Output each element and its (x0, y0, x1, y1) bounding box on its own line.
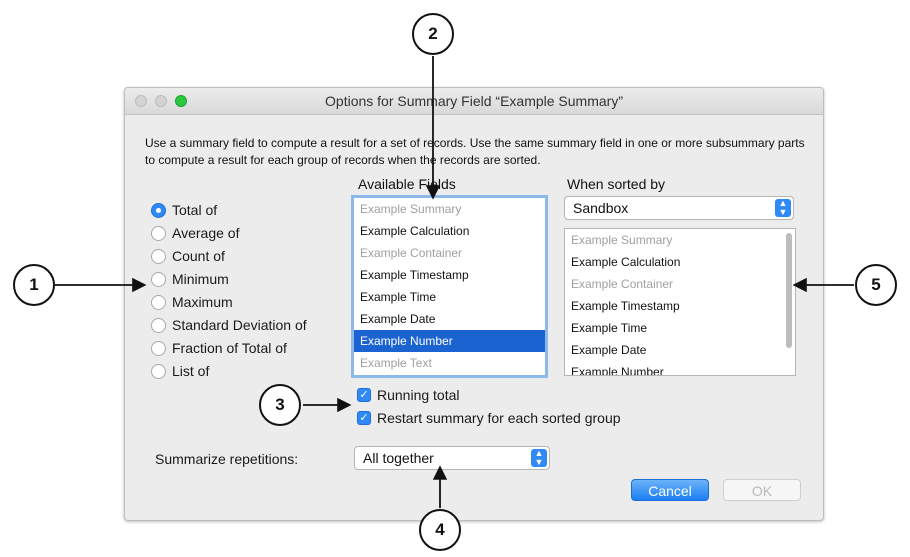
callout-3: 3 (259, 384, 301, 426)
callout-5: 5 (855, 264, 897, 306)
callout-arrows (55, 56, 854, 508)
callout-1: 1 (13, 264, 55, 306)
callout-2: 2 (412, 13, 454, 55)
callout-4: 4 (419, 509, 461, 551)
